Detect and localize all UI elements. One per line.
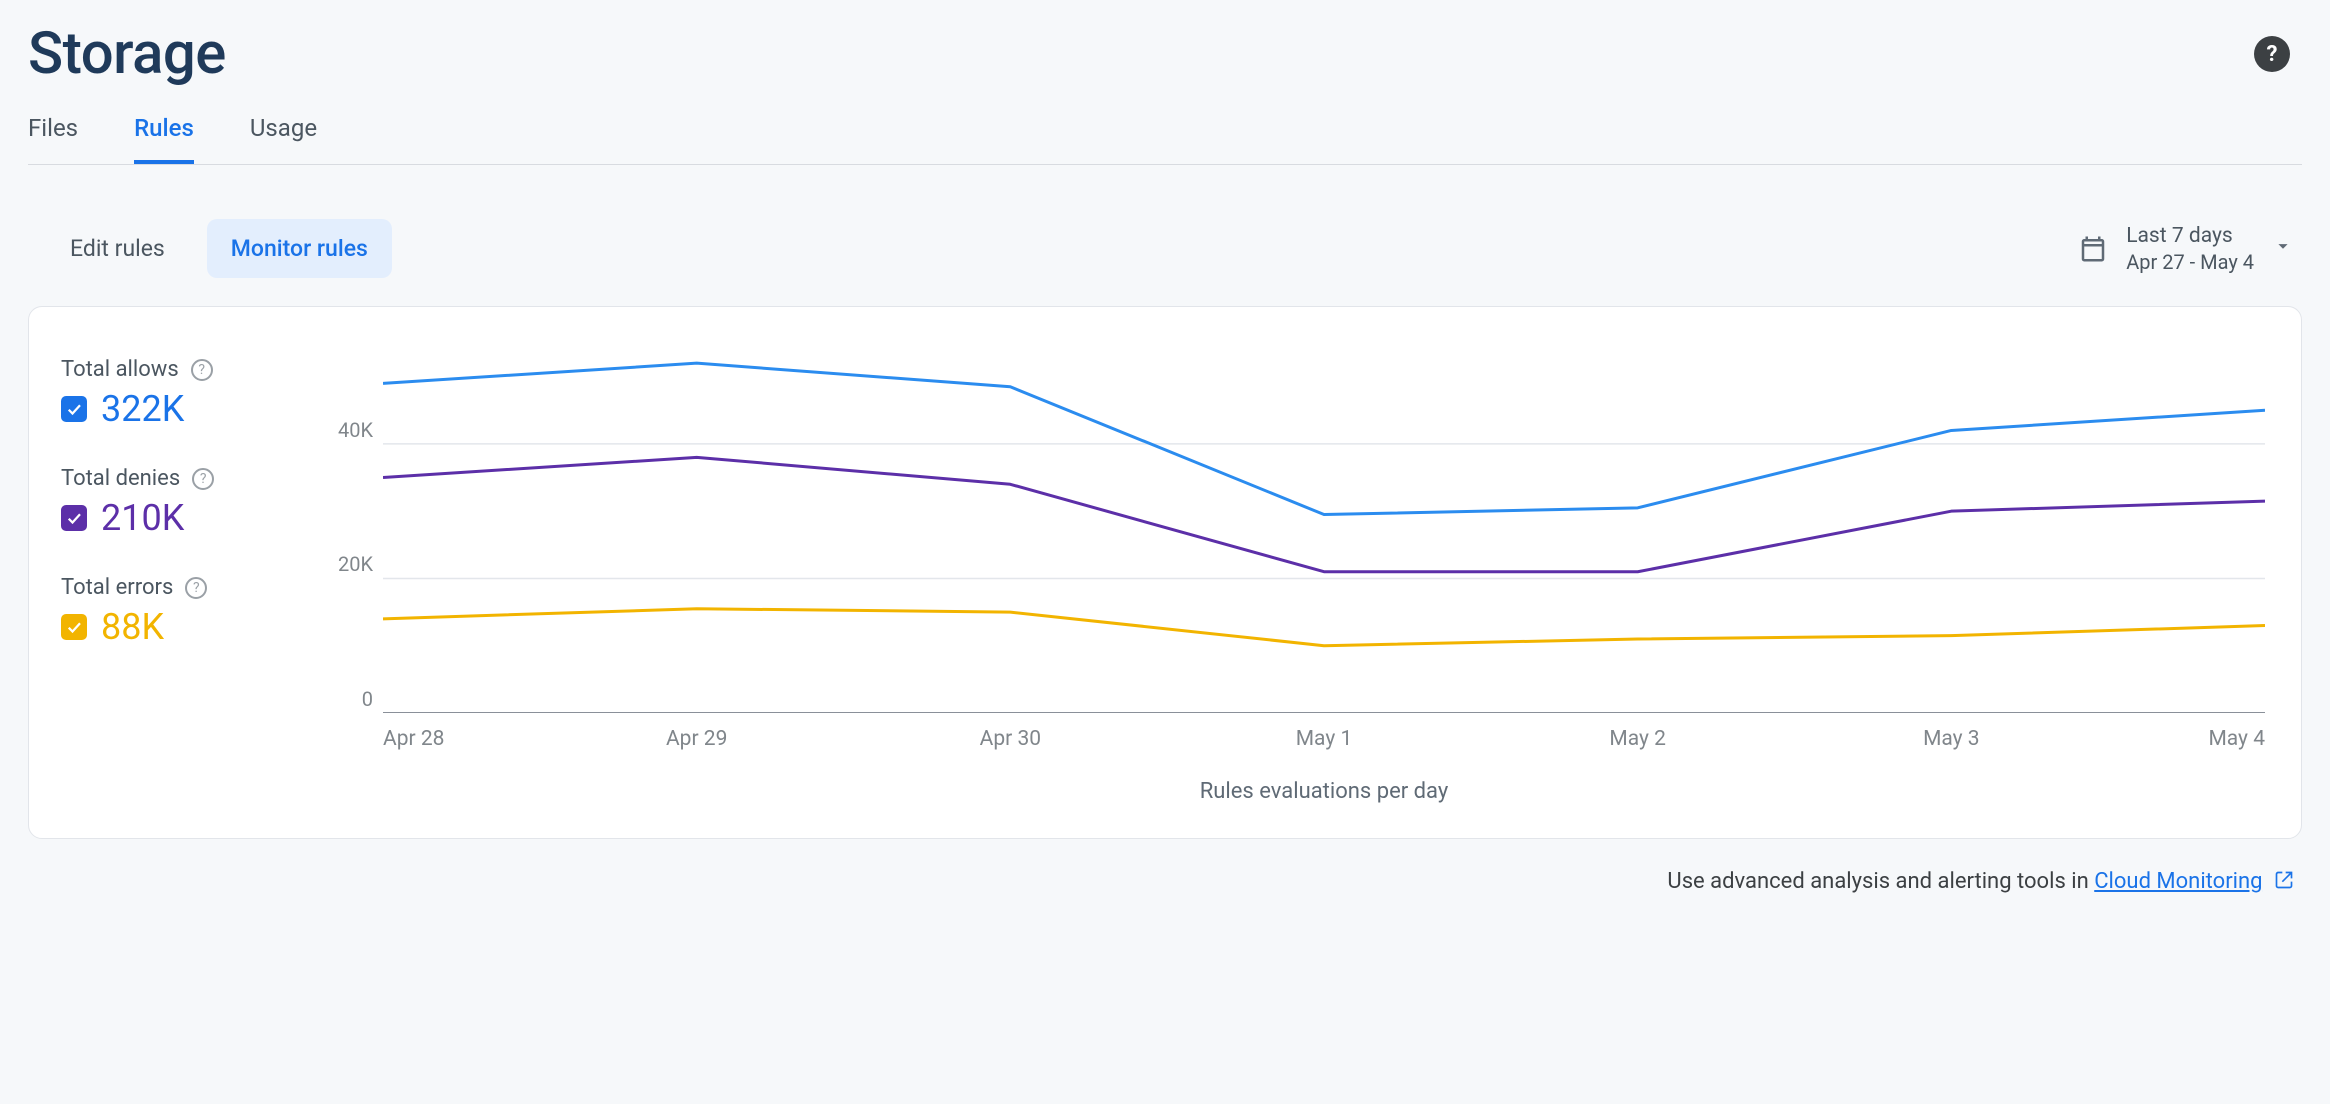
legend-checkbox[interactable] xyxy=(61,505,87,531)
y-tick-label: 40K xyxy=(338,418,373,442)
legend-label: Total denies xyxy=(61,466,180,491)
page-title: Storage xyxy=(28,20,226,88)
legend-value: 322K xyxy=(101,388,184,430)
subtab-monitor-rules[interactable]: Monitor rules xyxy=(207,219,392,278)
subtab-edit-rules[interactable]: Edit rules xyxy=(46,219,189,278)
x-tick-label: May 4 xyxy=(2108,727,2265,751)
x-tick-label: Apr 29 xyxy=(540,727,854,751)
monitor-chart-card: Total allows?322KTotal denies?210KTotal … xyxy=(28,306,2302,839)
help-icon[interactable]: ? xyxy=(185,577,207,599)
chart-series-line xyxy=(383,363,2265,514)
legend-checkbox[interactable] xyxy=(61,396,87,422)
chart-legend: Total allows?322KTotal denies?210KTotal … xyxy=(53,343,283,804)
chart-series-line xyxy=(383,609,2265,646)
chevron-down-icon xyxy=(2272,235,2294,262)
legend-label: Total errors xyxy=(61,575,173,600)
help-icon[interactable]: ? xyxy=(192,468,214,490)
rules-subtabs: Edit rules Monitor rules xyxy=(28,219,392,278)
x-tick-label: Apr 28 xyxy=(383,727,540,751)
date-range-value: Apr 27 - May 4 xyxy=(2126,250,2254,274)
main-tabs: Files Rules Usage xyxy=(28,88,2302,165)
help-icon[interactable]: ? xyxy=(191,359,213,381)
cloud-monitoring-link[interactable]: Cloud Monitoring xyxy=(2094,869,2262,894)
x-tick-label: May 3 xyxy=(1795,727,2109,751)
chart-caption: Rules evaluations per day xyxy=(323,751,2265,804)
tab-files[interactable]: Files xyxy=(28,114,78,164)
calendar-icon xyxy=(2078,234,2108,264)
external-link-icon xyxy=(2274,870,2294,896)
legend-label: Total allows xyxy=(61,357,179,382)
legend-checkbox[interactable] xyxy=(61,614,87,640)
x-tick-label: May 1 xyxy=(1167,727,1481,751)
legend-value: 210K xyxy=(101,497,184,539)
footer-text: Use advanced analysis and alerting tools… xyxy=(1667,869,2094,894)
help-icon[interactable]: ? xyxy=(2254,36,2290,72)
y-tick-label: 20K xyxy=(338,552,373,576)
cloud-monitoring-footer: Use advanced analysis and alerting tools… xyxy=(28,839,2302,896)
chart-x-axis: Apr 28Apr 29Apr 30May 1May 2May 3May 4 xyxy=(323,713,2265,751)
y-tick-label: 0 xyxy=(362,687,373,711)
date-range-label: Last 7 days xyxy=(2126,224,2254,248)
chart-y-axis: 0 20K 40K xyxy=(323,343,383,713)
legend-item: Total allows? 322K xyxy=(61,357,283,430)
x-tick-label: Apr 30 xyxy=(854,727,1168,751)
date-range-picker[interactable]: Last 7 days Apr 27 - May 4 xyxy=(2078,224,2302,274)
legend-item: Total denies? 210K xyxy=(61,466,283,539)
chart-plot xyxy=(383,343,2265,713)
tab-rules[interactable]: Rules xyxy=(134,114,194,164)
legend-value: 88K xyxy=(101,606,164,648)
x-tick-label: May 2 xyxy=(1481,727,1795,751)
tab-usage[interactable]: Usage xyxy=(250,114,317,164)
legend-item: Total errors? 88K xyxy=(61,575,283,648)
